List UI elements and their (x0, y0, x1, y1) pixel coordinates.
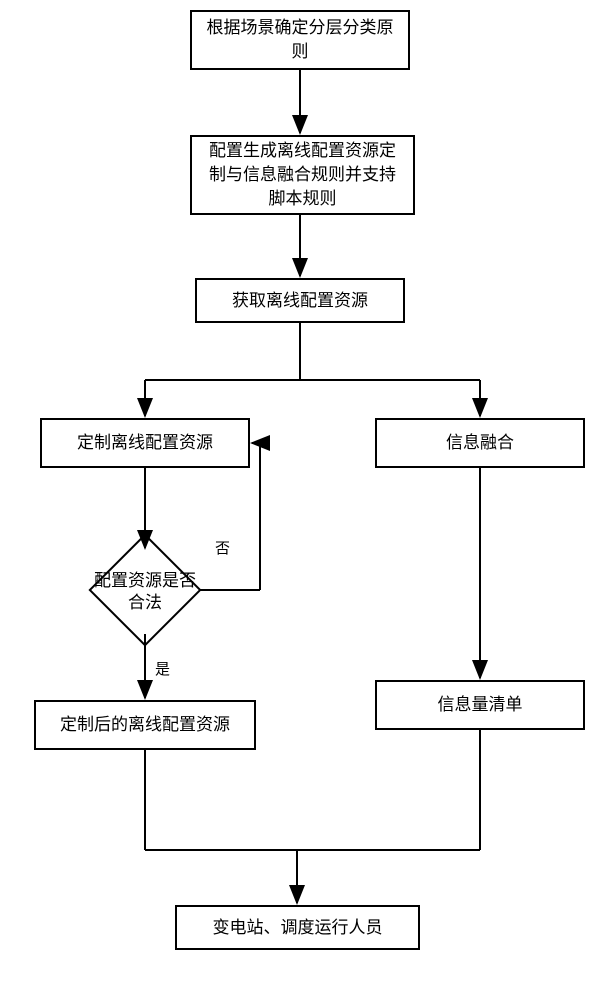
node-label: 信息融合 (446, 431, 514, 455)
node-get-offline-resource: 获取离线配置资源 (195, 278, 405, 323)
node-label: 信息量清单 (438, 693, 523, 717)
node-label: 定制离线配置资源 (77, 431, 213, 455)
edge-label-no: 否 (215, 537, 230, 558)
node-personnel: 变电站、调度运行人员 (175, 905, 420, 950)
node-info-fusion: 信息融合 (375, 418, 585, 468)
node-label: 定制后的离线配置资源 (60, 713, 230, 737)
node-customized-resource: 定制后的离线配置资源 (34, 700, 256, 750)
node-label: 获取离线配置资源 (232, 289, 368, 313)
node-classification-principle: 根据场景确定分层分类原则 (190, 10, 410, 70)
edge-label-yes: 是 (155, 658, 170, 679)
node-customize-resource: 定制离线配置资源 (40, 418, 250, 468)
node-config-rules: 配置生成离线配置资源定制与信息融合规则并支持脚本规则 (190, 135, 415, 215)
node-label: 根据场景确定分层分类原则 (207, 16, 394, 64)
node-info-list: 信息量清单 (375, 680, 585, 730)
node-label: 配置生成离线配置资源定制与信息融合规则并支持脚本规则 (209, 139, 396, 210)
node-label: 变电站、调度运行人员 (213, 916, 383, 940)
node-resource-valid-decision (88, 533, 201, 646)
